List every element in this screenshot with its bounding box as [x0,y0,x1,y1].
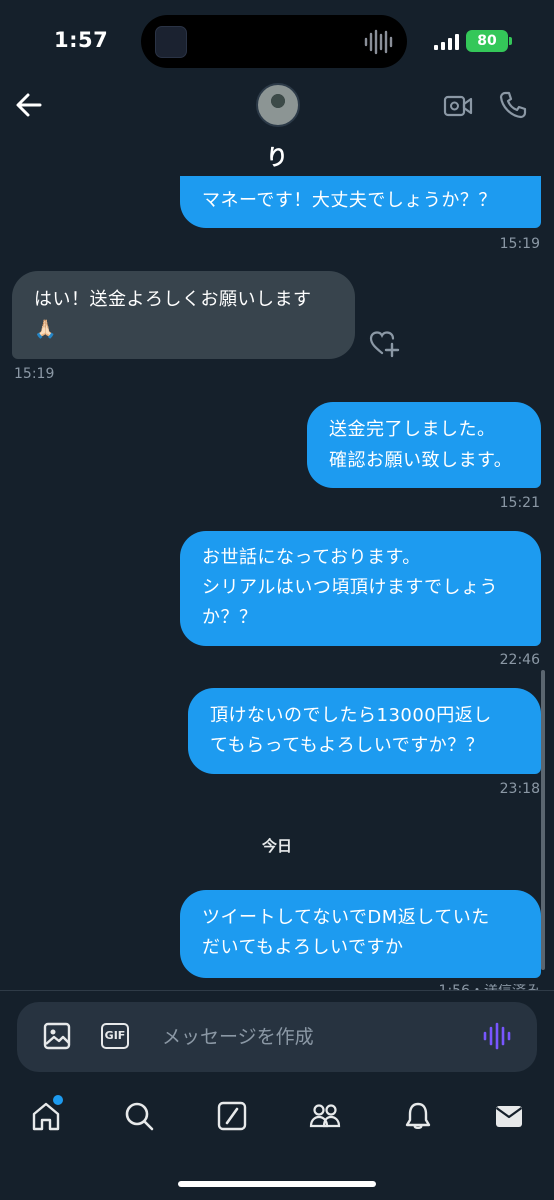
message-timestamp: 23:18 [499,781,540,797]
message-text-line: 確認お願い致します。 [329,450,513,471]
date-separator: 今日 [261,837,292,855]
message-text-line: てもらってもよろしいですか？？ [210,735,485,756]
audio-wave-icon [364,29,393,55]
message-bubble-outgoing[interactable]: 頂けないのでしたら13000円返し てもらってもよろしいですか？？ [188,688,541,774]
grok-icon[interactable] [216,1100,248,1132]
message-timestamp: 22:46 [499,652,540,668]
cellular-signal-icon [434,34,459,50]
message-text-line: だいてもよろしいですか [202,937,404,958]
voice-wave-icon[interactable] [482,1022,512,1050]
message-bubble-outgoing[interactable]: 送金完了しました。 確認お願い致します。 [307,402,541,488]
dynamic-island [141,15,407,68]
phone-icon[interactable] [498,90,528,120]
message-text-line: お世話になっております。 [202,547,421,568]
status-time: 1:57 [54,28,109,52]
battery-indicator: 80 [466,30,508,52]
message-text-line: か？？ [202,607,258,628]
message-bubble-incoming[interactable]: はい！送金よろしくお願いします 🙏🏻 [12,271,355,359]
notifications-icon[interactable] [402,1100,434,1132]
message-input[interactable] [150,1017,460,1057]
home-notification-dot [53,1095,63,1105]
gif-icon[interactable]: GIF [101,1023,129,1049]
message-text-line: ツイートしてないでDM返していた [202,907,490,928]
message-text: マネーです！大丈夫でしょうか？？ [202,190,497,211]
message-timestamp: 15:19 [14,366,55,382]
message-bubble-outgoing[interactable]: お世話になっております。 シリアルはいつ頃頂けますでしょう か？？ [180,531,541,646]
message-text-line: 頂けないのでしたら13000円返し [210,705,492,726]
react-heart-icon[interactable] [368,328,400,358]
contact-avatar[interactable] [256,83,300,127]
message-text-line: 送金完了しました。 [329,419,496,440]
message-bubble-outgoing[interactable]: ツイートしてないでDM返していた だいてもよろしいですか [180,890,541,978]
composer-divider [0,990,554,991]
search-icon[interactable] [123,1100,155,1132]
message-text-line: シリアルはいつ頃頂けますでしょう [202,577,498,598]
message-emoji: 🙏🏻 [34,319,57,340]
communities-icon[interactable] [309,1100,341,1132]
now-playing-thumbnail [155,26,187,58]
back-arrow-icon[interactable] [12,88,46,122]
message-timestamp: 15:19 [499,236,540,252]
home-indicator [178,1181,376,1187]
messages-icon[interactable] [493,1100,525,1132]
message-bubble-outgoing[interactable]: マネーです！大丈夫でしょうか？？ [180,176,541,228]
message-timestamp: 15:21 [499,495,540,511]
contact-name[interactable]: り [0,140,554,172]
battery-tip [509,37,512,45]
image-icon[interactable] [42,1021,72,1051]
scrollbar[interactable] [541,670,545,970]
video-call-icon[interactable] [443,94,473,118]
message-text-line: はい！送金よろしくお願いします [34,289,312,310]
